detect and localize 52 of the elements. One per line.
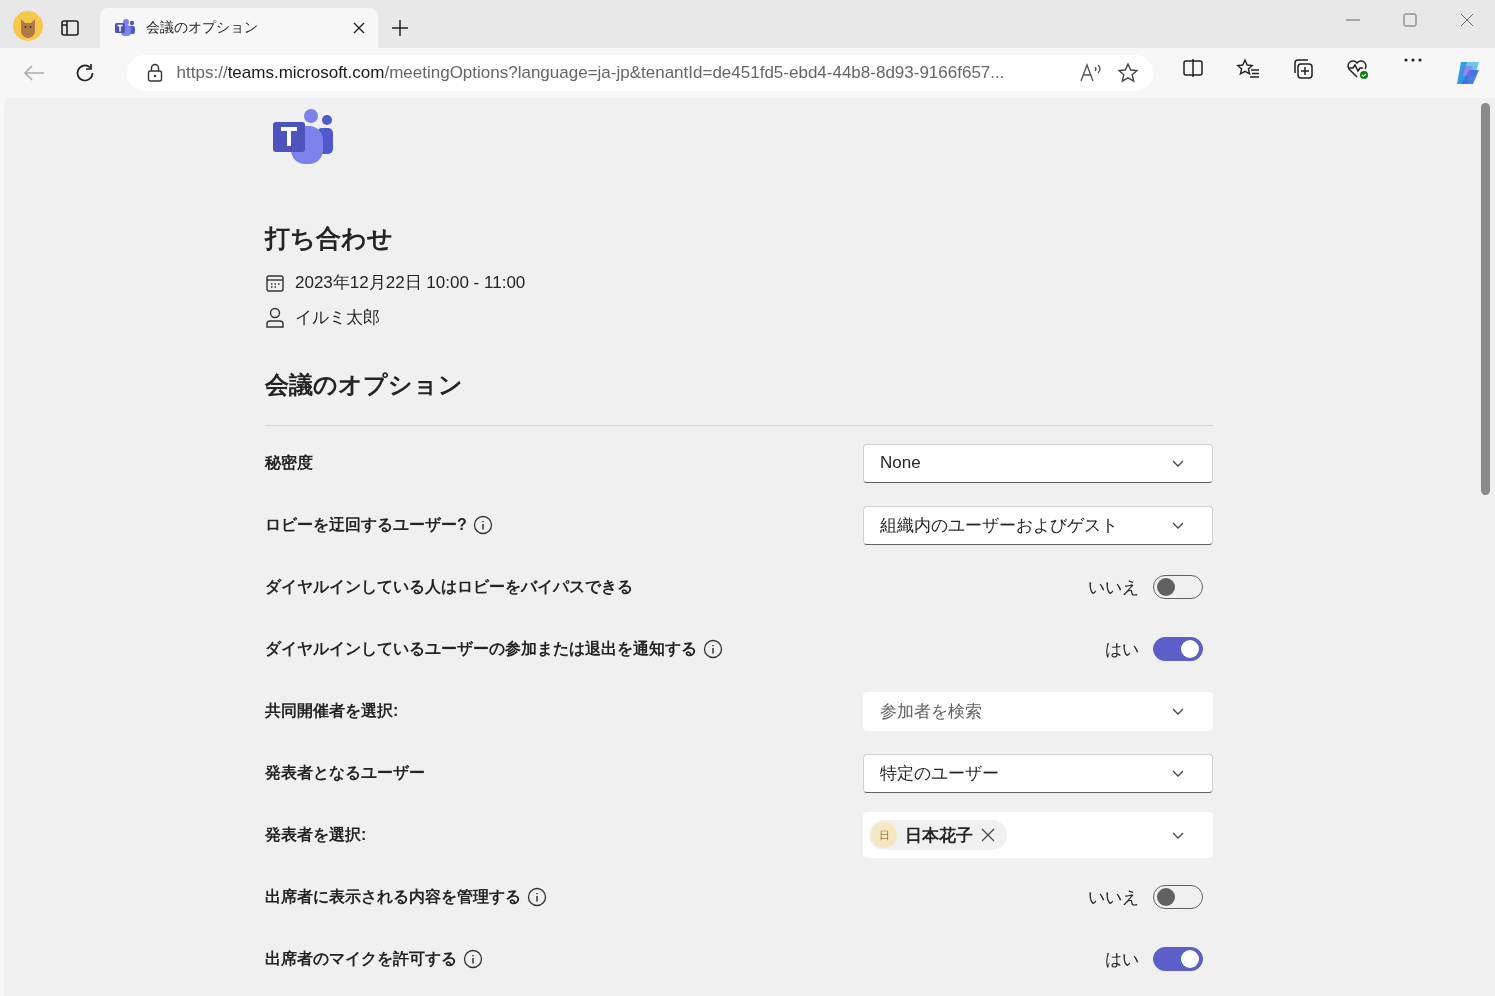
info-icon[interactable] xyxy=(472,515,493,535)
option-label: 出席者に表示される内容を管理する xyxy=(265,886,521,907)
option-label: ダイヤルインしている人はロビーをバイパスできる xyxy=(265,576,633,597)
dropdown[interactable]: None xyxy=(863,443,1213,483)
more-icon[interactable] xyxy=(1402,58,1423,62)
new-tab-icon[interactable] xyxy=(391,19,409,37)
person-icon xyxy=(265,306,285,329)
browser-tab[interactable]: 会議のオプション xyxy=(100,8,378,48)
tab-title: 会議のオプション xyxy=(146,19,259,37)
toggle-switch[interactable] xyxy=(1153,947,1203,971)
info-icon[interactable] xyxy=(527,887,547,907)
lock-icon[interactable] xyxy=(146,63,163,83)
people-picker[interactable]: 日 日本花子 xyxy=(863,812,1213,858)
option-label: 秘密度 xyxy=(265,452,313,473)
close-icon[interactable] xyxy=(352,21,366,35)
remove-icon[interactable] xyxy=(981,828,995,842)
toggle-state-label: はい xyxy=(1105,948,1139,971)
toggle-state-label: いいえ xyxy=(1088,886,1139,909)
profile-avatar-icon[interactable] xyxy=(13,11,43,41)
person-name: 日本花子 xyxy=(905,824,973,847)
option-label: 共同開催者を選択: xyxy=(265,700,399,721)
search-dropdown[interactable]: 参加者を検索 xyxy=(863,691,1213,731)
scrollbar-thumb[interactable] xyxy=(1481,103,1490,495)
address-bar[interactable]: https://teams.microsoft.com/meetingOptions?language=ja-jp&tenantId=de451fd5-ebd4-44b8-8d93-9166f657... xyxy=(126,55,1153,91)
collections-icon[interactable] xyxy=(1291,58,1314,80)
option-label: ダイヤルインしているユーザーの参加または退出を通知する xyxy=(265,638,697,659)
meeting-date: 2023年12月22日 10:00 - 11:00 xyxy=(295,272,526,294)
star-icon[interactable] xyxy=(1117,62,1139,84)
section-title: 会議のオプション xyxy=(265,370,464,400)
toggle-switch[interactable] xyxy=(1153,637,1203,661)
option-label: 発表者となるユーザー xyxy=(265,762,425,784)
split-screen-icon[interactable] xyxy=(1181,58,1204,78)
organizer-name: イルミ太郎 xyxy=(295,307,380,329)
info-icon[interactable] xyxy=(703,639,723,659)
person-chip[interactable]: 日 日本花子 xyxy=(869,820,1007,850)
option-label: 出席者のマイクを許可する xyxy=(265,948,457,969)
info-icon[interactable] xyxy=(463,949,483,969)
read-aloud-icon[interactable] xyxy=(1079,63,1103,83)
avatar-initial: 日 xyxy=(871,822,897,848)
option-label: ロビーを迂回するユーザー? xyxy=(265,514,467,535)
url-text: https://teams.microsoft.com/meetingOptions?language=ja-jp&tenantId=de451fd5-ebd4-44b8-8d93-9166f657... xyxy=(176,63,1006,83)
meeting-title: 打ち合わせ xyxy=(265,223,394,254)
tab-actions-icon[interactable] xyxy=(60,18,80,38)
calendar-icon xyxy=(265,272,285,293)
favorites-icon[interactable] xyxy=(1235,58,1260,80)
toggle-state-label: はい xyxy=(1105,638,1139,661)
option-label: 発表者を選択: xyxy=(265,824,367,845)
teams-icon xyxy=(114,18,136,38)
toggle-state-label: いいえ xyxy=(1088,576,1139,599)
dropdown[interactable]: 特定のユーザー xyxy=(863,753,1213,793)
health-heart-icon[interactable] xyxy=(1345,58,1370,80)
dropdown[interactable]: 組織内のユーザーおよびゲスト xyxy=(863,505,1213,545)
